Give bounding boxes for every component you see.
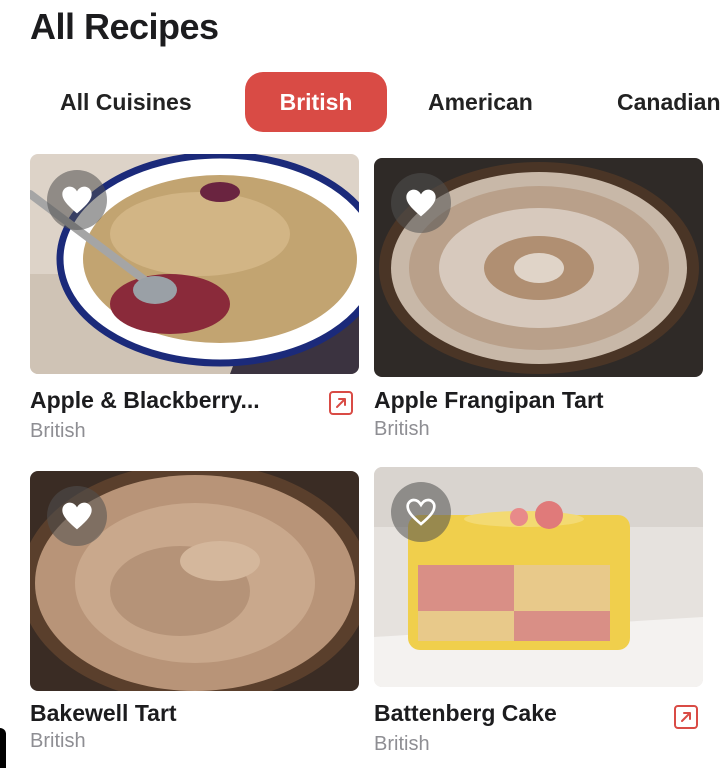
recipe-cuisine: British xyxy=(374,733,430,755)
heart-icon xyxy=(62,186,92,214)
page-title: All Recipes xyxy=(30,6,219,47)
recipe-cuisine: British xyxy=(30,730,86,752)
recipe-title: Apple & Blackberry... xyxy=(30,387,260,413)
favorite-button[interactable] xyxy=(47,170,107,230)
recipe-title: Apple Frangipan Tart xyxy=(374,387,604,413)
favorite-button[interactable] xyxy=(391,482,451,542)
external-link-icon xyxy=(681,712,691,722)
external-link-icon xyxy=(336,398,346,408)
cuisine-tabs: All Cuisines British American Canadian xyxy=(0,72,726,132)
device-corner xyxy=(0,728,6,768)
tab-canadian[interactable]: Canadian xyxy=(617,72,721,132)
heart-outline-icon xyxy=(406,498,436,526)
heart-icon xyxy=(62,502,92,530)
tab-british[interactable]: British xyxy=(245,72,387,132)
external-link-button[interactable] xyxy=(674,705,698,729)
recipe-cuisine: British xyxy=(30,420,86,442)
tab-american[interactable]: American xyxy=(428,72,533,132)
favorite-button[interactable] xyxy=(47,486,107,546)
tab-all-cuisines[interactable]: All Cuisines xyxy=(60,72,192,132)
external-link-button[interactable] xyxy=(329,391,353,415)
recipe-cuisine: British xyxy=(374,418,430,440)
recipe-title: Bakewell Tart xyxy=(30,700,177,726)
recipe-title: Battenberg Cake xyxy=(374,700,557,726)
favorite-button[interactable] xyxy=(391,173,451,233)
heart-icon xyxy=(406,189,436,217)
